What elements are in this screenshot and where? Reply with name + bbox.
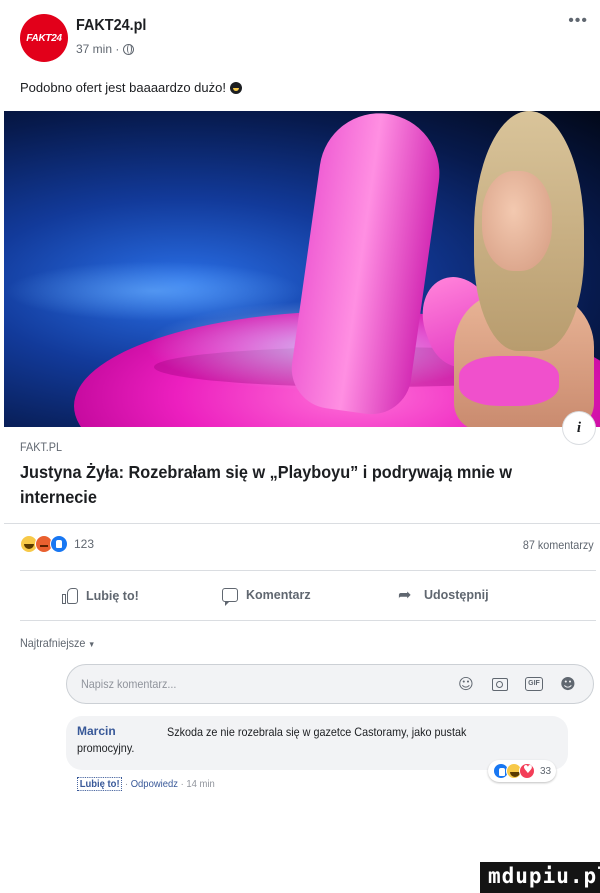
comment-like-link[interactable]: Lubię to!	[77, 777, 123, 791]
post-meta: 37 min ·	[76, 42, 135, 56]
comment-reactions-count: 33	[540, 765, 552, 777]
avatar-logo-text: FAKT24	[26, 32, 62, 44]
post-text-body: Podobno ofert jest baaaardzo dużo!	[20, 80, 226, 95]
action-bar: Lubię to! Komentarz Udostępnij	[0, 580, 600, 614]
post-time[interactable]: 37 min ·	[76, 42, 119, 56]
woman-face	[482, 171, 552, 271]
link-domain[interactable]: FAKT.PL	[20, 440, 62, 454]
divider	[20, 570, 596, 571]
share-button[interactable]: Udostępnij	[398, 585, 489, 604]
comment-sort-dropdown[interactable]: Najtrafniejsze ▼	[20, 636, 95, 650]
love-reaction-icon	[519, 763, 535, 779]
post-card: FAKT24 FAKT24.pl 37 min · ••• Podobno of…	[0, 0, 600, 808]
comment-text: Szkoda ze nie rozebrala się w gazetce Ca…	[77, 725, 467, 755]
emoji-picker-icon[interactable]: ☺	[457, 675, 475, 693]
reactions-summary[interactable]: 123	[20, 535, 94, 553]
divider	[4, 523, 600, 524]
comment-reactions[interactable]: 33	[488, 760, 557, 782]
share-button-label: Udostępnij	[424, 588, 489, 602]
page-name[interactable]: FAKT24.pl	[76, 17, 146, 35]
sticker-icon[interactable]: ☻	[559, 675, 577, 693]
page-avatar[interactable]: FAKT24	[20, 14, 68, 62]
more-options-icon[interactable]: •••	[568, 12, 588, 30]
comment-actions: Lubię to! · Odpowiedz · 14 min	[77, 777, 215, 791]
info-icon[interactable]: i	[563, 412, 595, 444]
emoji-icon	[229, 81, 242, 94]
watermark-logo: mdupiu.pl	[480, 862, 600, 893]
watermark-text: mdupiu.pl	[488, 864, 600, 888]
thumbs-up-icon	[62, 588, 78, 604]
camera-icon[interactable]	[491, 675, 509, 693]
divider	[20, 620, 596, 621]
comments-count[interactable]: 87 komentarzy	[523, 538, 594, 552]
like-button[interactable]: Lubię to!	[62, 588, 139, 604]
woman-top	[459, 356, 559, 406]
share-icon	[398, 585, 416, 604]
comment-time[interactable]: 14 min	[186, 778, 214, 790]
comment-icon	[222, 588, 238, 606]
comment-reply-link[interactable]: Odpowiedz	[131, 778, 178, 790]
comment-button[interactable]: Komentarz	[222, 588, 311, 606]
comment-button-label: Komentarz	[246, 588, 311, 602]
caret-down-icon: ▼	[88, 640, 96, 649]
post-image[interactable]	[4, 111, 600, 427]
comment-author[interactable]: Marcin	[77, 724, 116, 738]
gif-icon[interactable]: GIF	[525, 675, 543, 693]
like-reaction-icon	[50, 535, 68, 553]
reactions-count: 123	[74, 537, 95, 551]
post-text: Podobno ofert jest baaaardzo dużo!	[20, 80, 242, 95]
comment-input[interactable]: Napisz komentarz... ☺ GIF ☻	[66, 664, 594, 704]
link-title[interactable]: Justyna Żyła: Rozebrałam się w „Playboyu…	[20, 460, 569, 510]
comment-sort-label: Najtrafniejsze	[20, 636, 86, 650]
comment-body: Szkoda ze nie rozebrala się w gazetce Ca…	[77, 724, 509, 756]
globe-icon	[123, 43, 135, 55]
comment-input-placeholder: Napisz komentarz...	[81, 677, 177, 691]
like-button-label: Lubię to!	[86, 589, 139, 603]
